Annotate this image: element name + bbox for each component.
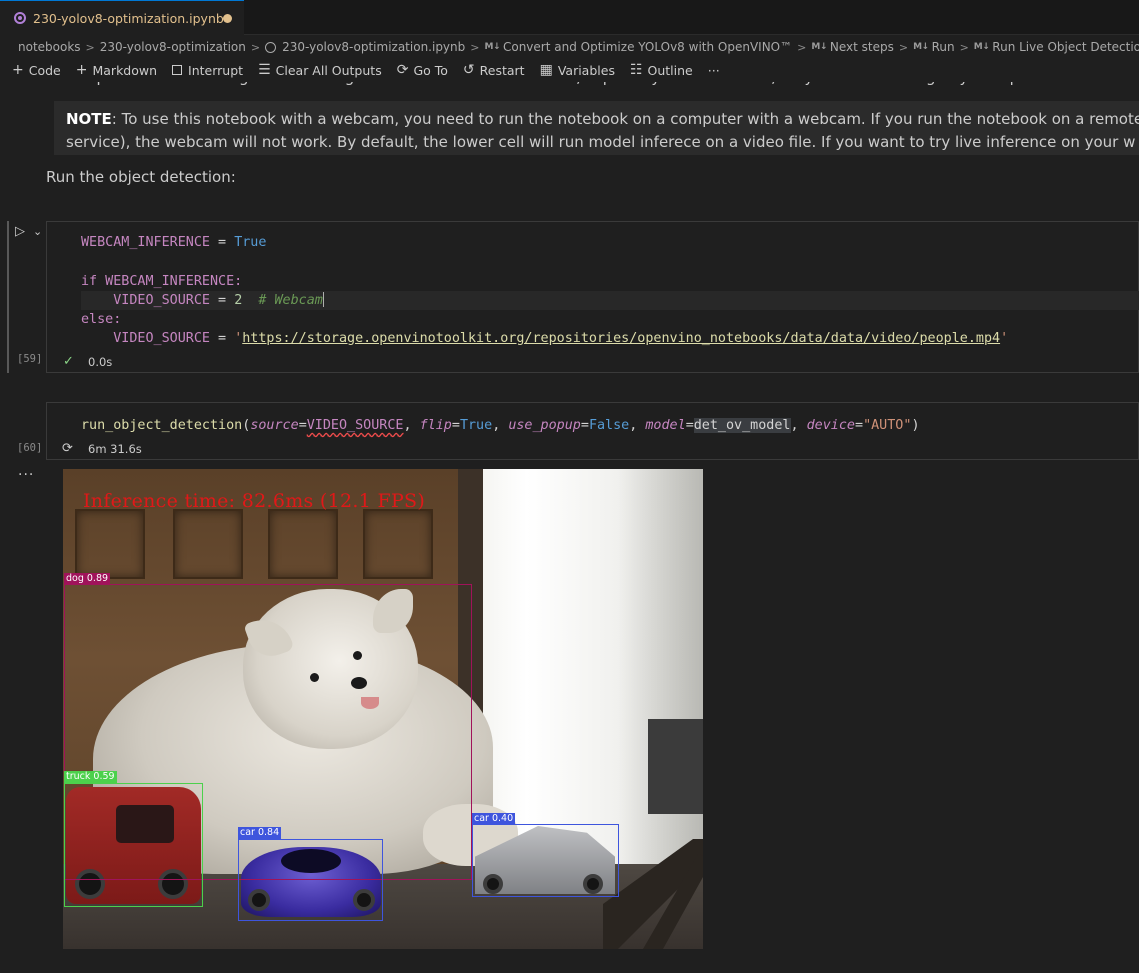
- sync-icon: ⟳: [396, 62, 409, 78]
- unsaved-dot-icon[interactable]: [223, 14, 232, 23]
- editor-tab-bar: 230-yolov8-optimization.ipynb: [0, 0, 1139, 35]
- chevron-right-icon: >: [959, 40, 969, 54]
- detection-box-truck: [64, 783, 203, 907]
- clear-all-outputs-button[interactable]: ☰ Clear All Outputs: [258, 62, 382, 78]
- add-code-cell-button[interactable]: + Code: [12, 62, 61, 78]
- list-icon: ☷: [629, 62, 643, 78]
- breadcrumb-item-section-convert[interactable]: M↓ Convert and Optimize YOLOv8 with OpenV…: [484, 40, 792, 54]
- markdown-icon: M↓: [973, 42, 990, 52]
- note-text-line1: : To use this notebook with a webcam, yo…: [111, 110, 1139, 128]
- more-actions-button[interactable]: ···: [708, 63, 720, 78]
- chevron-right-icon: >: [797, 40, 807, 54]
- chevron-right-icon: >: [898, 40, 909, 54]
- breadcrumb-item-section-live[interactable]: M↓Run Live Object Detection and Se: [974, 40, 1139, 54]
- note-text-line2: service), the webcam will not work. By d…: [66, 133, 1136, 151]
- door-panel: [173, 509, 243, 579]
- chevron-down-icon[interactable]: ⌄: [33, 225, 42, 238]
- code-line: VIDEO_SOURCE = 'https://storage.openvino…: [113, 331, 1009, 346]
- interrupt-button[interactable]: Interrupt: [172, 63, 243, 78]
- chevron-right-icon: >: [470, 40, 480, 54]
- breadcrumb-item-notebooks[interactable]: notebooks: [18, 40, 81, 54]
- door-panel: [268, 509, 338, 579]
- code-line: run_object_detection(source=VIDEO_SOURCE…: [81, 418, 920, 433]
- breadcrumb-item-section-run[interactable]: M↓ Run: [913, 40, 955, 54]
- run-cell-button[interactable]: ▷: [15, 224, 25, 239]
- restart-button[interactable]: ↺ Restart: [463, 62, 525, 78]
- outline-button[interactable]: ☷ Outline: [630, 62, 693, 78]
- code-line: WEBCAM_INFERENCE = True: [81, 235, 267, 250]
- plus-icon: +: [12, 62, 24, 78]
- detection-label-car: car 0.40: [472, 813, 516, 825]
- detection-output-image: dog 0.89 truck 0.59 car 0.84 car 0.40 In…: [63, 469, 703, 949]
- markdown-icon: M↓: [913, 42, 929, 52]
- stop-icon: [172, 65, 183, 75]
- inference-time-overlay: Inference time: 82.6ms (12.1 FPS): [83, 490, 426, 512]
- code-line: VIDEO_SOURCE = 2 # Webcam: [113, 292, 324, 308]
- execution-count: [59]: [17, 353, 43, 365]
- detection-box-car: [472, 824, 619, 897]
- markdown-icon: M↓: [811, 42, 827, 52]
- notebook-toolbar: + Code + Markdown Interrupt ☰ Clear All Out…: [0, 58, 1139, 82]
- text-cursor: [322, 292, 324, 307]
- execution-count: [60]: [17, 442, 43, 454]
- door-panel: [75, 509, 145, 579]
- notebook-tab[interactable]: 230-yolov8-optimization.ipynb: [0, 0, 244, 35]
- detection-label-dog: dog 0.89: [64, 573, 111, 585]
- breadcrumb: notebooks > 230-yolov8-optimization > 23…: [0, 36, 1139, 58]
- video-url-link[interactable]: https://storage.openvinotoolkit.org/repo…: [242, 331, 1000, 346]
- breadcrumb-item-folder[interactable]: 230-yolov8-optimization: [100, 40, 246, 54]
- breadcrumb-item-section-next-steps[interactable]: M↓ Next steps: [811, 40, 893, 54]
- code-line: else:: [81, 312, 122, 327]
- execution-time: 6m 31.6s: [88, 442, 142, 456]
- add-markdown-cell-button[interactable]: + Markdown: [76, 62, 157, 78]
- note-blockquote: NOTE: To use this notebook with a webcam…: [54, 101, 1139, 155]
- detection-label-truck: truck 0.59: [64, 771, 117, 783]
- output-actions-button[interactable]: ···: [18, 467, 34, 483]
- sync-spinner-icon: ⟳: [62, 441, 73, 456]
- table-icon: ▦: [539, 62, 553, 78]
- tab-title: 230-yolov8-optimization.ipynb: [33, 10, 224, 26]
- chevron-right-icon: >: [250, 40, 261, 54]
- execution-time: 0.0s: [88, 355, 113, 369]
- chevron-right-icon: >: [85, 40, 95, 54]
- checkmark-icon: ✓: [63, 354, 74, 369]
- plus-icon: +: [75, 62, 88, 78]
- markdown-run-heading: Run the object detection:: [46, 168, 236, 186]
- note-label: NOTE: [66, 110, 112, 128]
- breadcrumb-item-file[interactable]: 230-yolov8-optimization.ipynb: [265, 40, 465, 54]
- variables-button[interactable]: ▦ Variables: [540, 62, 615, 78]
- notebook-file-icon: [265, 41, 277, 53]
- restart-icon: ↺: [462, 62, 475, 78]
- code-line: if WEBCAM_INFERENCE:: [81, 274, 243, 289]
- jupyter-notebook-icon: [14, 12, 26, 24]
- door-panel: [363, 509, 433, 579]
- markdown-icon: M↓: [484, 42, 500, 52]
- detection-label-car: car 0.84: [238, 827, 282, 839]
- detection-box-car: [238, 839, 383, 921]
- code-cell-editor[interactable]: WEBCAM_INFERENCE = True if WEBCAM_INFERE…: [46, 221, 1139, 373]
- clear-outputs-icon: ☰: [258, 62, 271, 78]
- cell-focus-indicator: [7, 221, 9, 373]
- code-cell-editor[interactable]: run_object_detection(source=VIDEO_SOURCE…: [46, 402, 1139, 460]
- go-to-button[interactable]: ⟳ Go To: [397, 62, 448, 78]
